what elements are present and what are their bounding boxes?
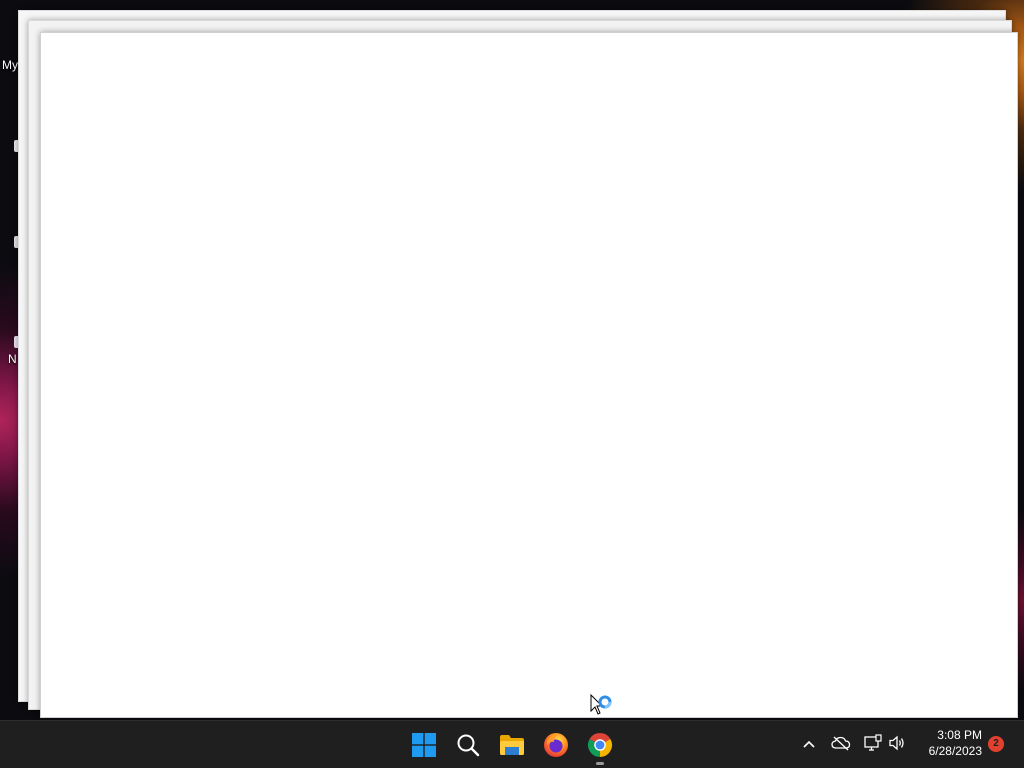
network-tray-button[interactable] (862, 733, 884, 757)
desktop-icon-label-n[interactable]: N (8, 352, 17, 366)
taskbar: 3:08 PM 6/28/2023 (0, 720, 1024, 768)
clock-date: 6/28/2023 (928, 744, 982, 758)
chrome-button[interactable] (580, 725, 620, 765)
start-button[interactable] (404, 725, 444, 765)
onedrive-tray-button[interactable] (830, 733, 852, 757)
volume-tray-button[interactable] (886, 733, 908, 757)
active-window[interactable] (40, 32, 1018, 718)
search-button[interactable] (448, 725, 488, 765)
desktop-icon-label-my[interactable]: My (2, 58, 18, 72)
desktop: My N (0, 0, 1024, 720)
notification-count-badge[interactable]: 2 (988, 736, 1004, 752)
busy-cursor-icon (590, 693, 616, 722)
cloud-off-icon (831, 735, 851, 756)
volume-icon (888, 734, 906, 757)
clock[interactable]: 3:08 PM 6/28/2023 (914, 727, 982, 763)
folder-icon (499, 734, 525, 756)
network-icon (864, 733, 882, 757)
file-explorer-button[interactable] (492, 725, 532, 765)
chevron-up-icon (802, 736, 816, 754)
clock-time: 3:08 PM (937, 728, 982, 742)
windows-logo-icon (412, 733, 436, 757)
show-hidden-icons-button[interactable] (798, 733, 820, 757)
firefox-button[interactable] (536, 725, 576, 765)
firefox-icon (543, 732, 569, 758)
search-icon (456, 733, 480, 757)
chrome-icon (587, 732, 613, 758)
running-indicator (596, 762, 604, 765)
